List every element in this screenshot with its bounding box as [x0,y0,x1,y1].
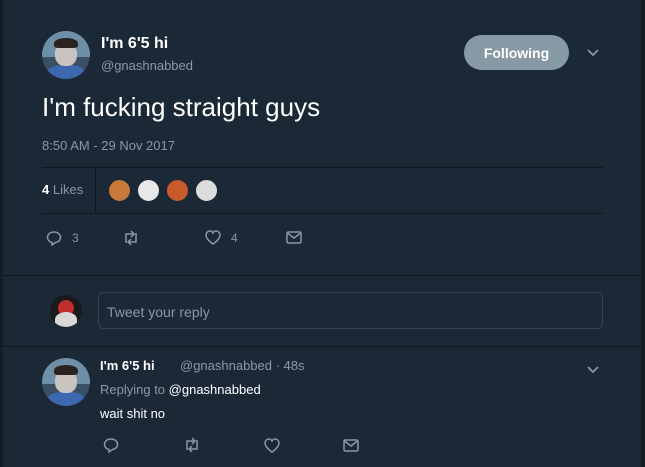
reply-action[interactable] [103,437,119,453]
reply-input[interactable]: Tweet your reply [98,292,603,329]
like-count: 4 [231,230,238,245]
likes-count[interactable]: 4 Likes [42,182,83,197]
retweet-action[interactable] [122,230,140,246]
reply-count: 3 [72,231,79,245]
divider [3,275,641,276]
likes-number: 4 [42,182,50,197]
author-name[interactable]: I'm 6'5 hi [101,35,168,53]
tweet-text: I'm fucking straight guys [42,92,321,122]
retweet-icon [186,437,198,453]
message-action[interactable] [343,439,359,452]
divider [42,213,603,214]
divider [3,346,641,347]
chevron-down-icon[interactable] [586,362,600,380]
liker-avatar[interactable] [108,179,131,202]
likes-label: Likes [52,182,84,197]
heart-icon [205,230,221,245]
reply-handle-time[interactable]: @gnashnabbed · 48s [180,358,305,373]
reply-author-avatar[interactable] [42,358,90,406]
heart-icon [264,438,280,453]
liker-avatar[interactable] [166,179,189,202]
replying-prefix: Replying to [100,382,166,397]
reply-text: wait shit no [100,406,166,421]
envelope-icon [343,439,359,452]
divider [42,167,603,168]
replying-handle[interactable]: @gnashnabbed [169,382,261,397]
divider [95,168,96,212]
like-action[interactable] [264,438,280,453]
following-button[interactable]: Following [464,35,569,70]
reply-icon [103,438,119,453]
tweet-timestamp[interactable]: 8:50 AM - 29 Nov 2017 [42,138,175,153]
author-handle[interactable]: @gnashnabbed [101,58,193,73]
envelope-icon [286,231,302,244]
author-avatar[interactable] [42,31,90,79]
tweet-panel [3,0,641,467]
chevron-down-icon[interactable] [586,45,600,63]
retweet-icon [125,230,137,246]
retweet-action[interactable] [183,437,201,453]
liker-avatar[interactable] [195,179,218,202]
like-action[interactable]: 4 [205,230,238,245]
reply-author-name[interactable]: I'm 6'5 hi [100,358,155,373]
reply-action[interactable]: 3 [46,230,79,246]
reply-icon [46,231,62,246]
message-action[interactable] [286,231,302,244]
current-user-avatar[interactable] [50,295,82,327]
replying-to: Replying to @gnashnabbed [100,382,261,397]
liker-avatar[interactable] [137,179,160,202]
